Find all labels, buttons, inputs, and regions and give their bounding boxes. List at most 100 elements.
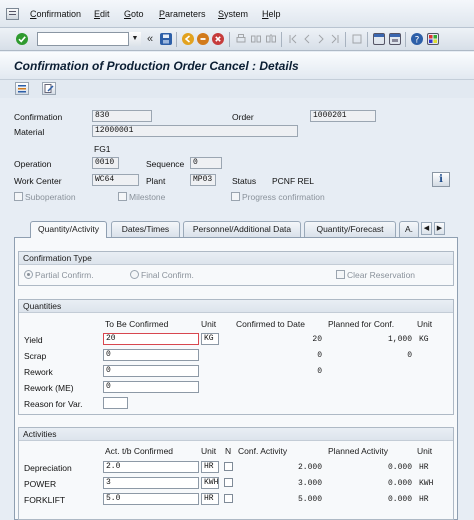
sequence-label: Sequence (146, 159, 185, 169)
unit-header: Unit (201, 319, 217, 329)
activity-unit2-header: Unit (417, 446, 433, 456)
new-session-icon[interactable] (351, 33, 363, 45)
standard-toolbar: ▼ « ? (0, 28, 474, 51)
to-be-confirmed-header: To Be Confirmed (105, 319, 169, 329)
tab-dates-times[interactable]: Dates/Times (111, 221, 180, 237)
yield-confirmed-to-date: 20 (312, 335, 322, 344)
command-dropdown-icon[interactable]: ▼ (128, 32, 141, 46)
unit2-header: Unit (417, 319, 433, 329)
tab-personnel-additional-data[interactable]: Personnel/Additional Data (183, 221, 301, 237)
partial-confirm-label: Partial Confirm. (35, 270, 94, 280)
partial-confirm-radio (24, 270, 33, 279)
progress-confirmation-checkbox (231, 192, 240, 201)
back-icon[interactable] (182, 33, 194, 45)
material-field: 12000001 (92, 125, 298, 137)
customize-layout-icon[interactable] (427, 33, 439, 45)
help-icon[interactable]: ? (411, 33, 423, 46)
sequence-field: 0 (190, 157, 222, 169)
work-center-label: Work Center (14, 176, 62, 186)
menu-goto[interactable]: Goto (124, 9, 144, 19)
menu-edit[interactable]: Edit (94, 9, 110, 19)
find-next-icon[interactable] (265, 33, 277, 45)
depreciation-planned-activity: 0.000 (387, 463, 412, 472)
power-conf-activity: 3.000 (297, 479, 322, 488)
operation-field: 0010 (92, 157, 119, 169)
suboperation-checkbox (14, 192, 23, 201)
layout-menu-icon[interactable] (389, 33, 401, 45)
status-label: Status (232, 176, 257, 186)
depreciation-label: Depreciation (24, 463, 72, 473)
tab-scroll-right-icon[interactable]: ▶ (434, 222, 445, 235)
forklift-activity-input[interactable]: 5.0 (103, 493, 199, 505)
last-page-icon[interactable] (329, 33, 341, 45)
command-field[interactable] (37, 32, 141, 46)
cancel-icon[interactable] (212, 33, 224, 45)
forklift-planned-unit: HR (419, 495, 429, 504)
rework-label: Rework (24, 367, 53, 377)
menu-confirmation[interactable]: Confirmation (30, 9, 81, 19)
depreciation-conf-activity: 2.000 (297, 463, 322, 472)
clear-reservation-label: Clear Reservation (347, 270, 416, 280)
work-center-field: WC64 (92, 174, 139, 186)
yield-label: Yield (24, 335, 43, 345)
power-no-remaining-checkbox[interactable] (224, 478, 233, 487)
edit-change-button[interactable] (42, 82, 56, 95)
scrap-confirmed-to-date: 0 (317, 351, 322, 360)
first-page-icon[interactable] (287, 33, 299, 45)
depreciation-no-remaining-checkbox[interactable] (224, 462, 233, 471)
page-title: Confirmation of Production Order Cancel … (14, 59, 299, 73)
plant-label: Plant (146, 176, 166, 186)
tab-more[interactable]: A. (399, 221, 419, 237)
planned-for-conf-header: Planned for Conf. (328, 319, 395, 329)
menu-help[interactable]: Help (262, 9, 281, 19)
menu-system[interactable]: System (218, 9, 248, 19)
reason-for-variance-input[interactable] (103, 397, 128, 409)
forklift-label: FORKLIFT (24, 495, 66, 505)
no-remaining-header: N (225, 446, 232, 456)
confirmation-field: 830 (92, 110, 152, 122)
depreciation-activity-input[interactable]: 2.0 (103, 461, 199, 473)
act-to-be-confirmed-header: Act. t/b Confirmed (105, 446, 174, 456)
material-description: FG1 (94, 144, 111, 154)
final-confirm-radio (130, 270, 139, 279)
menu-parameters[interactable]: Parameters (159, 9, 206, 19)
exit-icon[interactable] (197, 33, 209, 45)
shortcut-icon[interactable] (373, 33, 385, 45)
tab-quantity-activity[interactable]: Quantity/Activity (30, 221, 107, 238)
print-icon[interactable] (235, 33, 247, 45)
rework-quantity-input[interactable]: 0 (103, 365, 199, 377)
overview-button[interactable] (15, 82, 29, 95)
activities-group: Activities (18, 427, 454, 520)
operation-label: Operation (14, 159, 52, 169)
power-activity-input[interactable]: 3 (103, 477, 199, 489)
yield-quantity-input[interactable]: 20 (103, 333, 199, 345)
material-label: Material (14, 127, 45, 137)
clear-reservation-checkbox (336, 270, 345, 279)
tab-scroll-left-icon[interactable]: ◀ (421, 222, 432, 235)
confirmation-type-title: Confirmation Type (19, 252, 453, 265)
scrap-quantity-input[interactable]: 0 (103, 349, 199, 361)
command-chevron-icon[interactable]: « (147, 33, 153, 45)
yield-planned: 1,000 (387, 335, 412, 344)
milestone-label: Milestone (129, 192, 166, 202)
previous-page-icon[interactable] (301, 33, 313, 45)
info-button[interactable]: i (432, 172, 450, 187)
system-menu-icon[interactable] (6, 8, 19, 20)
save-icon[interactable] (160, 33, 172, 45)
power-unit-input[interactable]: KWH (201, 477, 219, 489)
confirmed-to-date-header: Confirmed to Date (236, 319, 305, 329)
confirmation-type-group: Confirmation Type (18, 251, 454, 286)
yield-unit-input[interactable]: KG (201, 333, 219, 345)
tab-quantity-forecast[interactable]: Quantity/Forecast (304, 221, 396, 237)
depreciation-planned-unit: HR (419, 463, 429, 472)
rework-me-quantity-input[interactable]: 0 (103, 381, 199, 393)
enter-check-icon[interactable] (16, 33, 28, 45)
depreciation-unit-input[interactable]: HR (201, 461, 219, 473)
next-page-icon[interactable] (315, 33, 327, 45)
power-planned-activity: 0.000 (387, 479, 412, 488)
forklift-unit-input[interactable]: HR (201, 493, 219, 505)
title-bar: Confirmation of Production Order Cancel … (0, 52, 474, 80)
milestone-checkbox (118, 192, 127, 201)
forklift-no-remaining-checkbox[interactable] (224, 494, 233, 503)
find-icon[interactable] (250, 33, 262, 45)
